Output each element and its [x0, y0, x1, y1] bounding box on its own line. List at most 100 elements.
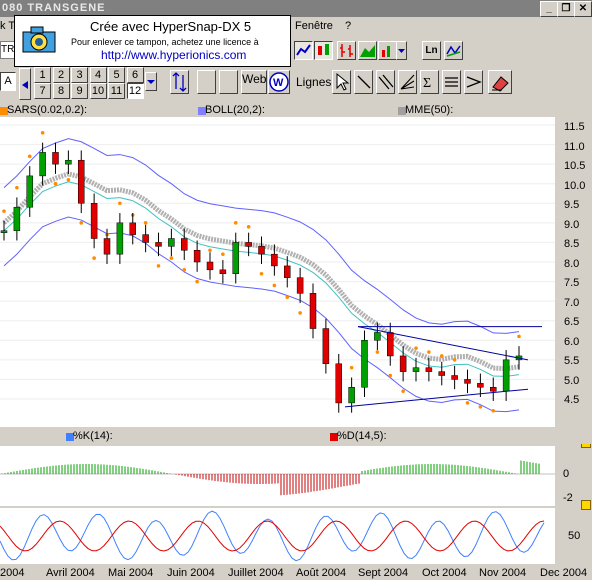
sar-dot	[465, 401, 470, 405]
period-dropdown[interactable]	[145, 72, 157, 91]
line-tool-button[interactable]	[354, 70, 373, 94]
sigma-icon: Σ	[423, 76, 431, 91]
panel-resize-handle[interactable]	[581, 500, 591, 510]
price-indicator-bar: SARS(0.02,0.2): BOLL(20,2): MME(50):	[0, 104, 592, 118]
sar-dot	[27, 154, 32, 159]
indicator-label[interactable]: BOLL(20,2):	[205, 104, 265, 116]
period-button-2[interactable]: 2	[52, 67, 70, 83]
indicator-label[interactable]: %K(14):	[73, 430, 113, 442]
candle	[78, 159, 85, 204]
price-tick-label: 5.5	[564, 355, 580, 367]
date-tick-label: Nov 2004	[479, 567, 527, 579]
channel-tool-button[interactable]	[464, 70, 483, 94]
macd-panel[interactable]	[0, 446, 555, 506]
price-chart-panel[interactable]	[0, 117, 555, 427]
sar-dot	[182, 268, 187, 272]
restore-button[interactable]: ❐	[557, 1, 575, 17]
date-tick-label: Août 2004	[296, 567, 347, 579]
chart-type-dropdown[interactable]	[396, 41, 407, 60]
candle	[232, 242, 239, 274]
candle	[142, 234, 149, 243]
candle	[129, 222, 136, 235]
cursor-icon	[336, 72, 350, 91]
date-tick-label: Mai 2004	[108, 567, 154, 579]
sar-dot	[388, 373, 393, 378]
horizontal-lines-button[interactable]	[442, 70, 461, 94]
candle	[451, 375, 458, 380]
sar-dot	[2, 209, 6, 213]
candle	[116, 222, 124, 255]
sar-dot	[53, 181, 58, 186]
horizontal-lines-icon	[445, 77, 458, 87]
angle-icon	[466, 76, 482, 88]
candle	[348, 387, 355, 404]
period-button-11[interactable]: 11	[108, 83, 125, 99]
stamp-url[interactable]: http://www.hyperionics.com	[101, 48, 246, 62]
price-tick-label: 8.0	[564, 257, 580, 270]
price-tick-label: 11.5	[564, 121, 585, 133]
line-chart-button[interactable]	[294, 41, 313, 60]
draw-tool-1[interactable]	[197, 70, 216, 94]
fibonacci-tool-button[interactable]: Σ	[420, 70, 439, 94]
candle	[399, 355, 407, 372]
period-button-8[interactable]: 8	[52, 83, 70, 99]
minimize-button[interactable]: _	[540, 1, 558, 17]
area-chart-button[interactable]	[358, 41, 377, 60]
chevron-left-icon	[22, 81, 28, 89]
period-button-7[interactable]: 7	[34, 83, 51, 99]
sar-dot	[414, 346, 418, 350]
date-tick-label: Juin 2004	[167, 567, 215, 579]
fan-tool-button[interactable]	[398, 70, 417, 94]
a-button[interactable]: A	[0, 72, 16, 91]
draw-tool-2[interactable]	[219, 70, 238, 94]
toolbar-periods: A 123456 7 8 9 10 11 12 Web W Lignes Σ	[0, 66, 592, 100]
ohlc-icon	[340, 44, 353, 57]
sort-button[interactable]	[170, 70, 189, 94]
parallel-tool-button[interactable]	[376, 70, 395, 94]
hypersnap-stamp: Crée avec HyperSnap-DX 5 Pour enlever ce…	[14, 15, 291, 67]
web-button[interactable]: Web	[241, 70, 267, 94]
menu-item-help[interactable]: ?	[345, 20, 351, 32]
sar-dot	[401, 389, 405, 393]
indicator-label[interactable]: %D(14,5):	[337, 430, 387, 442]
bar-chart-button[interactable]	[337, 41, 356, 60]
candle	[155, 242, 162, 247]
period-button-10[interactable]: 10	[89, 83, 107, 99]
indicator-label[interactable]: SARS(0.02,0.2):	[7, 104, 87, 116]
ln-label: Ln	[425, 45, 438, 56]
trend-line-lower	[344, 388, 529, 408]
sar-dot	[66, 178, 71, 182]
window-title: 080 TRANSGENE	[2, 2, 106, 14]
sar-dot	[195, 279, 199, 284]
erase-tool-button[interactable]	[488, 70, 512, 94]
compare-button[interactable]	[444, 41, 463, 60]
mountain-icon	[360, 45, 375, 57]
indicator-label[interactable]: MME(50):	[405, 104, 453, 116]
log-scale-button[interactable]: Ln	[422, 41, 441, 60]
candle	[296, 277, 304, 294]
period-button-12[interactable]: 12	[126, 83, 144, 99]
chevron-down-icon	[147, 80, 155, 84]
price-tick-label: 8.5	[564, 238, 580, 250]
candle-chart-button[interactable]	[314, 41, 333, 60]
date-tick-label: Dec 2004	[540, 567, 588, 579]
period-button-9[interactable]: 9	[71, 83, 88, 99]
w-button[interactable]: W	[268, 70, 290, 94]
period-button-6[interactable]: 6	[126, 67, 144, 83]
candle	[309, 293, 317, 329]
period-button-3[interactable]: 3	[71, 67, 88, 83]
close-button[interactable]: ✕	[574, 1, 592, 17]
candle	[103, 238, 111, 255]
period-button-1[interactable]: 1	[34, 67, 51, 83]
candle	[39, 152, 46, 177]
sar-dot	[452, 358, 457, 362]
menu-item-fenetre[interactable]: Fenêtre	[295, 20, 333, 32]
period-button-4[interactable]: 4	[89, 67, 107, 83]
pointer-tool-button[interactable]	[332, 70, 351, 94]
period-button-5[interactable]: 5	[108, 67, 125, 83]
stochastic-panel[interactable]	[0, 508, 555, 564]
scroll-left-button[interactable]	[19, 68, 31, 100]
candle	[361, 340, 368, 388]
candle	[374, 332, 381, 341]
volume-button[interactable]	[378, 41, 397, 60]
